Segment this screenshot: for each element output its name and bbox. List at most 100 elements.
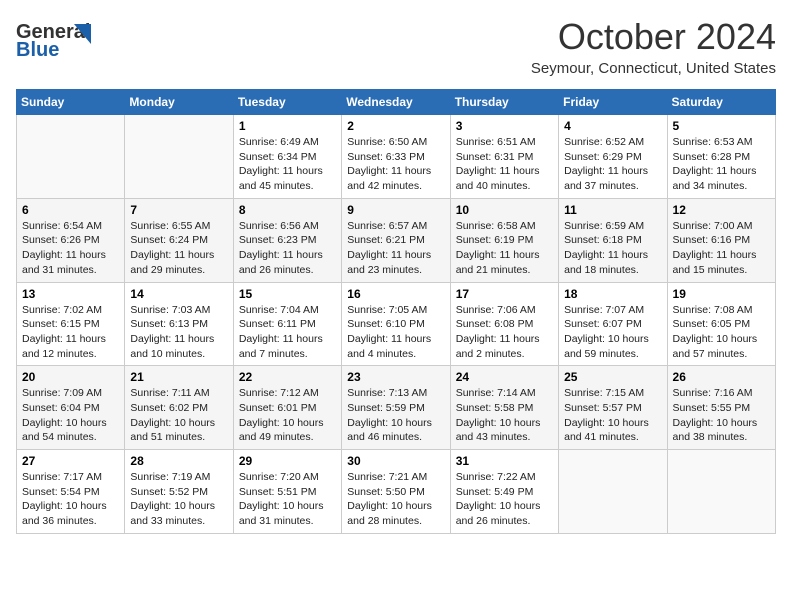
calendar-cell: 11Sunrise: 6:59 AMSunset: 6:18 PMDayligh… bbox=[559, 198, 667, 282]
day-info: Sunrise: 6:54 AMSunset: 6:26 PMDaylight:… bbox=[22, 219, 119, 278]
calendar-cell: 14 Sunrise: 7:03 AMSunset: 6:13 PMDayligh… bbox=[125, 282, 233, 366]
weekday-header-thursday: Thursday bbox=[450, 90, 558, 115]
calendar-cell: 27Sunrise: 7:17 AMSunset: 5:54 PMDayligh… bbox=[17, 450, 125, 534]
calendar-week-4: 20 Sunrise: 7:09 AMSunset: 6:04 PMDayligh… bbox=[17, 366, 776, 450]
calendar-cell: 24 Sunrise: 7:14 AMSunset: 5:58 PMDayligh… bbox=[450, 366, 558, 450]
calendar-week-1: 1 Sunrise: 6:49 AMSunset: 6:34 PMDaylight… bbox=[17, 115, 776, 199]
day-number: 24 bbox=[456, 370, 553, 384]
day-number: 29 bbox=[239, 454, 336, 468]
calendar-cell: 26Sunrise: 7:16 AMSunset: 5:55 PMDayligh… bbox=[667, 366, 775, 450]
logo: General Blue bbox=[16, 16, 106, 61]
day-info: Sunrise: 6:57 AMSunset: 6:21 PMDaylight:… bbox=[347, 219, 444, 278]
day-info: Sunrise: 7:13 AMSunset: 5:59 PMDaylight:… bbox=[347, 386, 444, 445]
calendar-cell: 22 Sunrise: 7:12 AMSunset: 6:01 PMDayligh… bbox=[233, 366, 341, 450]
day-number: 22 bbox=[239, 370, 336, 384]
calendar-cell: 8 Sunrise: 6:56 AMSunset: 6:23 PMDaylight… bbox=[233, 198, 341, 282]
calendar-cell: 23 Sunrise: 7:13 AMSunset: 5:59 PMDayligh… bbox=[342, 366, 450, 450]
calendar-cell: 20 Sunrise: 7:09 AMSunset: 6:04 PMDayligh… bbox=[17, 366, 125, 450]
calendar-table: SundayMondayTuesdayWednesdayThursdayFrid… bbox=[16, 89, 776, 534]
calendar-cell: 18Sunrise: 7:07 AMSunset: 6:07 PMDayligh… bbox=[559, 282, 667, 366]
day-number: 23 bbox=[347, 370, 444, 384]
day-number: 16 bbox=[347, 287, 444, 301]
day-info: Sunrise: 7:04 AMSunset: 6:11 PMDaylight:… bbox=[239, 303, 336, 362]
calendar-cell: 15Sunrise: 7:04 AMSunset: 6:11 PMDayligh… bbox=[233, 282, 341, 366]
calendar-cell bbox=[17, 115, 125, 199]
weekday-header-tuesday: Tuesday bbox=[233, 90, 341, 115]
day-info: Sunrise: 7:05 AMSunset: 6:10 PMDaylight:… bbox=[347, 303, 444, 362]
weekday-header-wednesday: Wednesday bbox=[342, 90, 450, 115]
day-info: Sunrise: 7:02 AMSunset: 6:15 PMDaylight:… bbox=[22, 303, 119, 362]
day-info: Sunrise: 7:14 AMSunset: 5:58 PMDaylight:… bbox=[456, 386, 553, 445]
calendar-cell bbox=[125, 115, 233, 199]
calendar-cell: 19 Sunrise: 7:08 AMSunset: 6:05 PMDayligh… bbox=[667, 282, 775, 366]
day-number: 5 bbox=[673, 119, 770, 133]
svg-text:Blue: Blue bbox=[16, 39, 59, 61]
calendar-cell: 7Sunrise: 6:55 AMSunset: 6:24 PMDaylight… bbox=[125, 198, 233, 282]
title-section: October 2024 Seymour, Connecticut, Unite… bbox=[531, 16, 776, 77]
calendar-cell: 17Sunrise: 7:06 AMSunset: 6:08 PMDayligh… bbox=[450, 282, 558, 366]
day-info: Sunrise: 7:21 AMSunset: 5:50 PMDaylight:… bbox=[347, 470, 444, 529]
calendar-cell: 16 Sunrise: 7:05 AMSunset: 6:10 PMDayligh… bbox=[342, 282, 450, 366]
day-info: Sunrise: 7:07 AMSunset: 6:07 PMDaylight:… bbox=[564, 303, 661, 362]
day-number: 9 bbox=[347, 203, 444, 217]
day-number: 13 bbox=[22, 287, 119, 301]
day-info: Sunrise: 7:06 AMSunset: 6:08 PMDaylight:… bbox=[456, 303, 553, 362]
day-info: Sunrise: 7:12 AMSunset: 6:01 PMDaylight:… bbox=[239, 386, 336, 445]
calendar-cell: 5 Sunrise: 6:53 AMSunset: 6:28 PMDaylight… bbox=[667, 115, 775, 199]
calendar-cell: 29 Sunrise: 7:20 AMSunset: 5:51 PMDayligh… bbox=[233, 450, 341, 534]
calendar-cell bbox=[667, 450, 775, 534]
calendar-cell: 6 Sunrise: 6:54 AMSunset: 6:26 PMDaylight… bbox=[17, 198, 125, 282]
day-info: Sunrise: 6:56 AMSunset: 6:23 PMDaylight:… bbox=[239, 219, 336, 278]
day-info: Sunrise: 6:51 AMSunset: 6:31 PMDaylight:… bbox=[456, 135, 553, 194]
day-number: 20 bbox=[22, 370, 119, 384]
day-number: 8 bbox=[239, 203, 336, 217]
weekday-header-sunday: Sunday bbox=[17, 90, 125, 115]
day-number: 21 bbox=[130, 370, 227, 384]
calendar-cell: 9 Sunrise: 6:57 AMSunset: 6:21 PMDaylight… bbox=[342, 198, 450, 282]
day-number: 12 bbox=[673, 203, 770, 217]
weekday-header-friday: Friday bbox=[559, 90, 667, 115]
day-info: Sunrise: 6:52 AMSunset: 6:29 PMDaylight:… bbox=[564, 135, 661, 194]
calendar-cell: 13 Sunrise: 7:02 AMSunset: 6:15 PMDayligh… bbox=[17, 282, 125, 366]
calendar-cell: 2 Sunrise: 6:50 AMSunset: 6:33 PMDaylight… bbox=[342, 115, 450, 199]
day-number: 6 bbox=[22, 203, 119, 217]
day-number: 2 bbox=[347, 119, 444, 133]
calendar-cell: 12 Sunrise: 7:00 AMSunset: 6:16 PMDayligh… bbox=[667, 198, 775, 282]
day-number: 14 bbox=[130, 287, 227, 301]
calendar-cell: 28Sunrise: 7:19 AMSunset: 5:52 PMDayligh… bbox=[125, 450, 233, 534]
calendar-cell: 25 Sunrise: 7:15 AMSunset: 5:57 PMDayligh… bbox=[559, 366, 667, 450]
day-info: Sunrise: 6:53 AMSunset: 6:28 PMDaylight:… bbox=[673, 135, 770, 194]
day-number: 3 bbox=[456, 119, 553, 133]
day-number: 10 bbox=[456, 203, 553, 217]
calendar-week-3: 13 Sunrise: 7:02 AMSunset: 6:15 PMDayligh… bbox=[17, 282, 776, 366]
calendar-cell: 1 Sunrise: 6:49 AMSunset: 6:34 PMDaylight… bbox=[233, 115, 341, 199]
calendar-week-5: 27Sunrise: 7:17 AMSunset: 5:54 PMDayligh… bbox=[17, 450, 776, 534]
day-info: Sunrise: 7:20 AMSunset: 5:51 PMDaylight:… bbox=[239, 470, 336, 529]
day-info: Sunrise: 6:55 AMSunset: 6:24 PMDaylight:… bbox=[130, 219, 227, 278]
calendar-week-2: 6 Sunrise: 6:54 AMSunset: 6:26 PMDaylight… bbox=[17, 198, 776, 282]
day-number: 11 bbox=[564, 203, 661, 217]
day-number: 31 bbox=[456, 454, 553, 468]
calendar-cell: 4Sunrise: 6:52 AMSunset: 6:29 PMDaylight… bbox=[559, 115, 667, 199]
day-number: 26 bbox=[673, 370, 770, 384]
day-info: Sunrise: 7:03 AMSunset: 6:13 PMDaylight:… bbox=[130, 303, 227, 362]
calendar-cell: 3 Sunrise: 6:51 AMSunset: 6:31 PMDaylight… bbox=[450, 115, 558, 199]
day-number: 19 bbox=[673, 287, 770, 301]
day-info: Sunrise: 7:19 AMSunset: 5:52 PMDaylight:… bbox=[130, 470, 227, 529]
calendar-cell: 31Sunrise: 7:22 AMSunset: 5:49 PMDayligh… bbox=[450, 450, 558, 534]
weekday-header-monday: Monday bbox=[125, 90, 233, 115]
page-header: General Blue October 2024 Seymour, Conne… bbox=[16, 16, 776, 77]
calendar-cell: 30 Sunrise: 7:21 AMSunset: 5:50 PMDayligh… bbox=[342, 450, 450, 534]
day-info: Sunrise: 7:09 AMSunset: 6:04 PMDaylight:… bbox=[22, 386, 119, 445]
day-info: Sunrise: 6:50 AMSunset: 6:33 PMDaylight:… bbox=[347, 135, 444, 194]
calendar-cell: 21Sunrise: 7:11 AMSunset: 6:02 PMDayligh… bbox=[125, 366, 233, 450]
month-title: October 2024 bbox=[531, 16, 776, 58]
day-info: Sunrise: 7:15 AMSunset: 5:57 PMDaylight:… bbox=[564, 386, 661, 445]
day-number: 30 bbox=[347, 454, 444, 468]
day-info: Sunrise: 6:49 AMSunset: 6:34 PMDaylight:… bbox=[239, 135, 336, 194]
day-info: Sunrise: 7:17 AMSunset: 5:54 PMDaylight:… bbox=[22, 470, 119, 529]
day-number: 1 bbox=[239, 119, 336, 133]
day-info: Sunrise: 7:00 AMSunset: 6:16 PMDaylight:… bbox=[673, 219, 770, 278]
day-number: 25 bbox=[564, 370, 661, 384]
day-info: Sunrise: 7:08 AMSunset: 6:05 PMDaylight:… bbox=[673, 303, 770, 362]
